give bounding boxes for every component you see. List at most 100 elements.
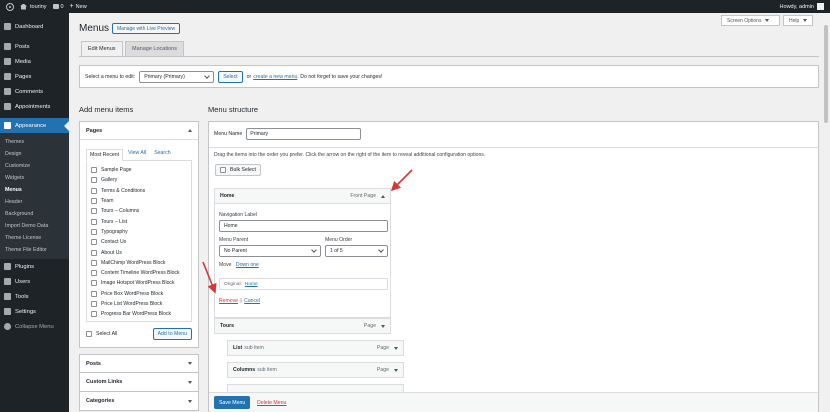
bulk-select-button[interactable]: Bulk Select	[215, 164, 261, 176]
sidebar-item-users[interactable]: Users	[0, 274, 69, 289]
expand-arrow-icon[interactable]	[394, 368, 398, 372]
page-checkbox-row[interactable]: Contact Us	[91, 237, 191, 247]
page-checkbox[interactable]	[91, 290, 97, 297]
tab-view-all[interactable]: View All	[125, 148, 149, 160]
account-link[interactable]: Howdy, admin	[780, 0, 824, 13]
help-button[interactable]: Help	[783, 15, 813, 26]
cancel-link[interactable]: Cancel	[244, 298, 260, 304]
sidebar-item-comments[interactable]: Comments	[0, 84, 69, 99]
page-checkbox-row[interactable]: Tours – Columns	[91, 206, 191, 216]
tab-search[interactable]: Search	[151, 148, 173, 160]
page-checkbox-row[interactable]: MailChimp WordPress Block	[91, 258, 191, 268]
page-checkbox-row[interactable]: Team	[91, 196, 191, 206]
sidebar-item-dashboard[interactable]: Dashboard	[0, 19, 69, 34]
sidebar-item-settings[interactable]: Settings	[0, 304, 69, 319]
page-scrollbar[interactable]	[822, 13, 830, 412]
menu-order-select[interactable]: 1 of 5	[325, 245, 388, 257]
submenu-item-theme-editor[interactable]: Theme File Editor	[0, 244, 69, 256]
menu-parent-select[interactable]: No Parent	[219, 245, 321, 257]
page-checkbox[interactable]	[91, 259, 97, 266]
collapse-menu-button[interactable]: Collapse Menu	[0, 319, 69, 334]
original-link[interactable]: Home	[245, 282, 258, 287]
live-preview-button[interactable]: Manage with Live Preview	[112, 23, 181, 34]
page-checkbox[interactable]	[91, 228, 97, 235]
submenu-item-menus[interactable]: Menus	[0, 184, 69, 196]
remove-link[interactable]: Remove	[219, 298, 238, 304]
select-all-checkbox[interactable]	[86, 331, 92, 337]
page-checkbox-row[interactable]: Price Box WordPress Block	[91, 289, 191, 299]
page-checkbox-row[interactable]: About Us	[91, 247, 191, 257]
tab-most-recent[interactable]: Most Recent	[86, 149, 124, 161]
create-menu-link[interactable]: create a new menu	[253, 74, 297, 80]
select-all-toggle[interactable]: Select All	[86, 331, 117, 337]
submenu-item-customize[interactable]: Customize	[0, 160, 69, 172]
sidebar-item-pages[interactable]: Pages	[0, 69, 69, 84]
expand-arrow-icon[interactable]	[394, 346, 398, 350]
delete-menu-link[interactable]: Delete Menu	[257, 400, 286, 406]
sidebar-item-media[interactable]: Media	[0, 54, 69, 69]
categories-panel-toggle[interactable]: Categories	[79, 392, 199, 411]
menu-item-type: Page	[377, 367, 398, 373]
page-checkbox-row[interactable]: Typography	[91, 227, 191, 237]
page-checkbox-row[interactable]: Gallery	[91, 175, 191, 185]
page-checkbox-row[interactable]: Content Timeline WordPress Block	[91, 268, 191, 278]
submenu-item-theme-license[interactable]: Theme License	[0, 232, 69, 244]
menu-item-home[interactable]: Home Front Page	[214, 188, 391, 204]
tab-manage-locations[interactable]: Manage Locations	[125, 41, 184, 56]
custom-links-panel-toggle[interactable]: Custom Links	[79, 373, 199, 392]
pages-panel-toggle[interactable]: Pages	[80, 122, 198, 140]
submenu-item-import-demo[interactable]: Import Demo Data	[0, 220, 69, 232]
submenu-item-themes[interactable]: Themes	[0, 136, 69, 148]
submenu-item-design[interactable]: Design	[0, 148, 69, 160]
page-checkbox[interactable]	[91, 280, 97, 287]
pages-checklist[interactable]: Sample Page Gallery Terms & Conditions Team…	[86, 160, 192, 322]
page-checkbox[interactable]	[91, 187, 97, 194]
page-checkbox[interactable]	[91, 167, 97, 174]
menu-item-tours[interactable]: Tours Page	[214, 318, 391, 334]
screen-options-button[interactable]: Screen Options	[721, 15, 780, 26]
submenu-item-header[interactable]: Header	[0, 196, 69, 208]
tab-edit-menus[interactable]: Edit Menus	[81, 41, 123, 56]
comments-link[interactable]: 0	[52, 4, 64, 10]
sidebar-item-posts[interactable]: Posts	[0, 39, 69, 54]
submenu-item-background[interactable]: Background	[0, 208, 69, 220]
page-checkbox[interactable]	[91, 239, 97, 246]
sidebar-item-appearance[interactable]: Appearance	[0, 118, 69, 133]
menu-item-list[interactable]: List sub item Page	[227, 340, 404, 356]
page-checkbox-row[interactable]: Image Hotspot WordPress Block	[91, 278, 191, 288]
select-button[interactable]: Select	[218, 70, 243, 83]
avatar	[817, 3, 824, 10]
menu-item-columns[interactable]: Columns sub item Page	[227, 362, 404, 378]
wp-logo-icon[interactable]	[6, 2, 14, 11]
page-checkbox[interactable]	[91, 177, 97, 184]
page-checkbox[interactable]	[91, 301, 97, 307]
page-checkbox[interactable]	[91, 198, 97, 205]
page-checkbox[interactable]	[91, 311, 97, 318]
page-checkbox[interactable]	[91, 218, 97, 225]
expand-arrow-icon[interactable]	[381, 324, 385, 328]
collapse-arrow-icon[interactable]	[381, 194, 385, 198]
new-content-link[interactable]: + New	[70, 3, 87, 10]
posts-panel-toggle[interactable]: Posts	[79, 354, 199, 373]
page-checkbox-label: MailChimp WordPress Block	[101, 259, 166, 266]
menu-name-input[interactable]: Primary	[246, 128, 362, 140]
page-checkbox-row[interactable]: Progress Bar WordPress Block	[91, 309, 191, 319]
page-checkbox-row[interactable]: Sample Page	[91, 165, 191, 175]
page-checkbox[interactable]	[91, 249, 97, 256]
menu-select[interactable]: Primary (Primary)	[139, 70, 215, 83]
sidebar-item-plugins[interactable]: Plugins	[0, 259, 69, 274]
nav-label-input[interactable]: Home	[219, 220, 388, 232]
page-checkbox-row[interactable]: Price List WordPress Block	[91, 299, 191, 309]
page-checkbox-row[interactable]: Tours – List	[91, 216, 191, 226]
add-to-menu-button[interactable]: Add to Menu	[152, 328, 192, 340]
page-checkbox-row[interactable]: Terms & Conditions	[91, 186, 191, 196]
save-menu-button[interactable]: Save Menu	[214, 396, 251, 409]
page-checkbox[interactable]	[91, 208, 97, 215]
page-checkbox[interactable]	[91, 270, 97, 277]
sidebar-item-appointments[interactable]: Appointments	[0, 99, 69, 114]
submenu-item-widgets[interactable]: Widgets	[0, 172, 69, 184]
move-down-link[interactable]: Down one	[236, 262, 259, 268]
site-name-link[interactable]: touriny	[20, 3, 47, 10]
scrollbar-thumb[interactable]	[824, 25, 828, 123]
sidebar-item-tools[interactable]: Tools	[0, 289, 69, 304]
